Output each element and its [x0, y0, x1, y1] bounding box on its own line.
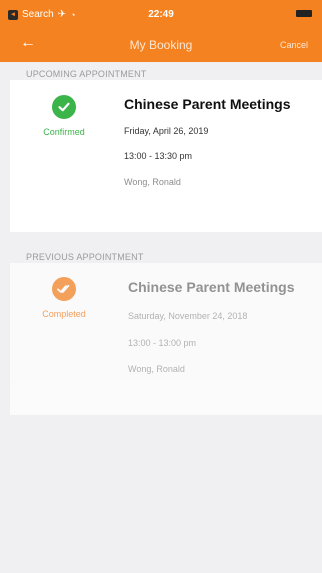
previous-section-label: PREVIOUS APPOINTMENT: [26, 252, 144, 262]
meeting-title: Chinese Parent Meetings: [124, 96, 291, 112]
meeting-title: Chinese Parent Meetings: [128, 279, 295, 295]
meeting-time: 13:00 - 13:00 pm: [128, 338, 197, 348]
check-icon: [52, 95, 76, 119]
upcoming-status: Confirmed: [28, 95, 100, 137]
nav-bar: ← My Booking Cancel: [0, 26, 322, 62]
screen: ◂ Search ✈ ◔ 22:49 ← My Booking Cancel U…: [0, 0, 322, 573]
meeting-person: Wong, Ronald: [124, 177, 181, 187]
confirmed-label: Confirmed: [43, 127, 85, 137]
page-title: My Booking: [129, 38, 193, 52]
completed-label: Completed: [42, 309, 86, 319]
meeting-person: Wong, Ronald: [128, 364, 185, 374]
upcoming-section-label: UPCOMING APPOINTMENT: [26, 69, 147, 79]
upcoming-appointment-card[interactable]: Confirmed Chinese Parent Meetings Friday…: [10, 80, 322, 232]
upcoming-info: Chinese Parent Meetings Friday, April 26…: [124, 96, 291, 187]
previous-appointment-card[interactable]: Completed Chinese Parent Meetings Saturd…: [10, 263, 322, 415]
status-bar: ◂ Search ✈ ◔ 22:49: [0, 0, 322, 26]
meeting-time: 13:00 - 13:30 pm: [124, 151, 193, 161]
battery-icon: [296, 10, 312, 17]
meeting-date: Friday, April 26, 2019: [124, 126, 209, 136]
status-time: 22:49: [148, 9, 174, 20]
previous-info: Chinese Parent Meetings Saturday, Novemb…: [128, 279, 295, 374]
cancel-button[interactable]: Cancel: [280, 40, 308, 50]
meeting-date: Saturday, November 24, 2018: [128, 311, 248, 321]
double-check-icon: [52, 277, 76, 301]
previous-status: Completed: [28, 277, 100, 319]
header: ◂ Search ✈ ◔ 22:49 ← My Booking Cancel: [0, 0, 322, 62]
